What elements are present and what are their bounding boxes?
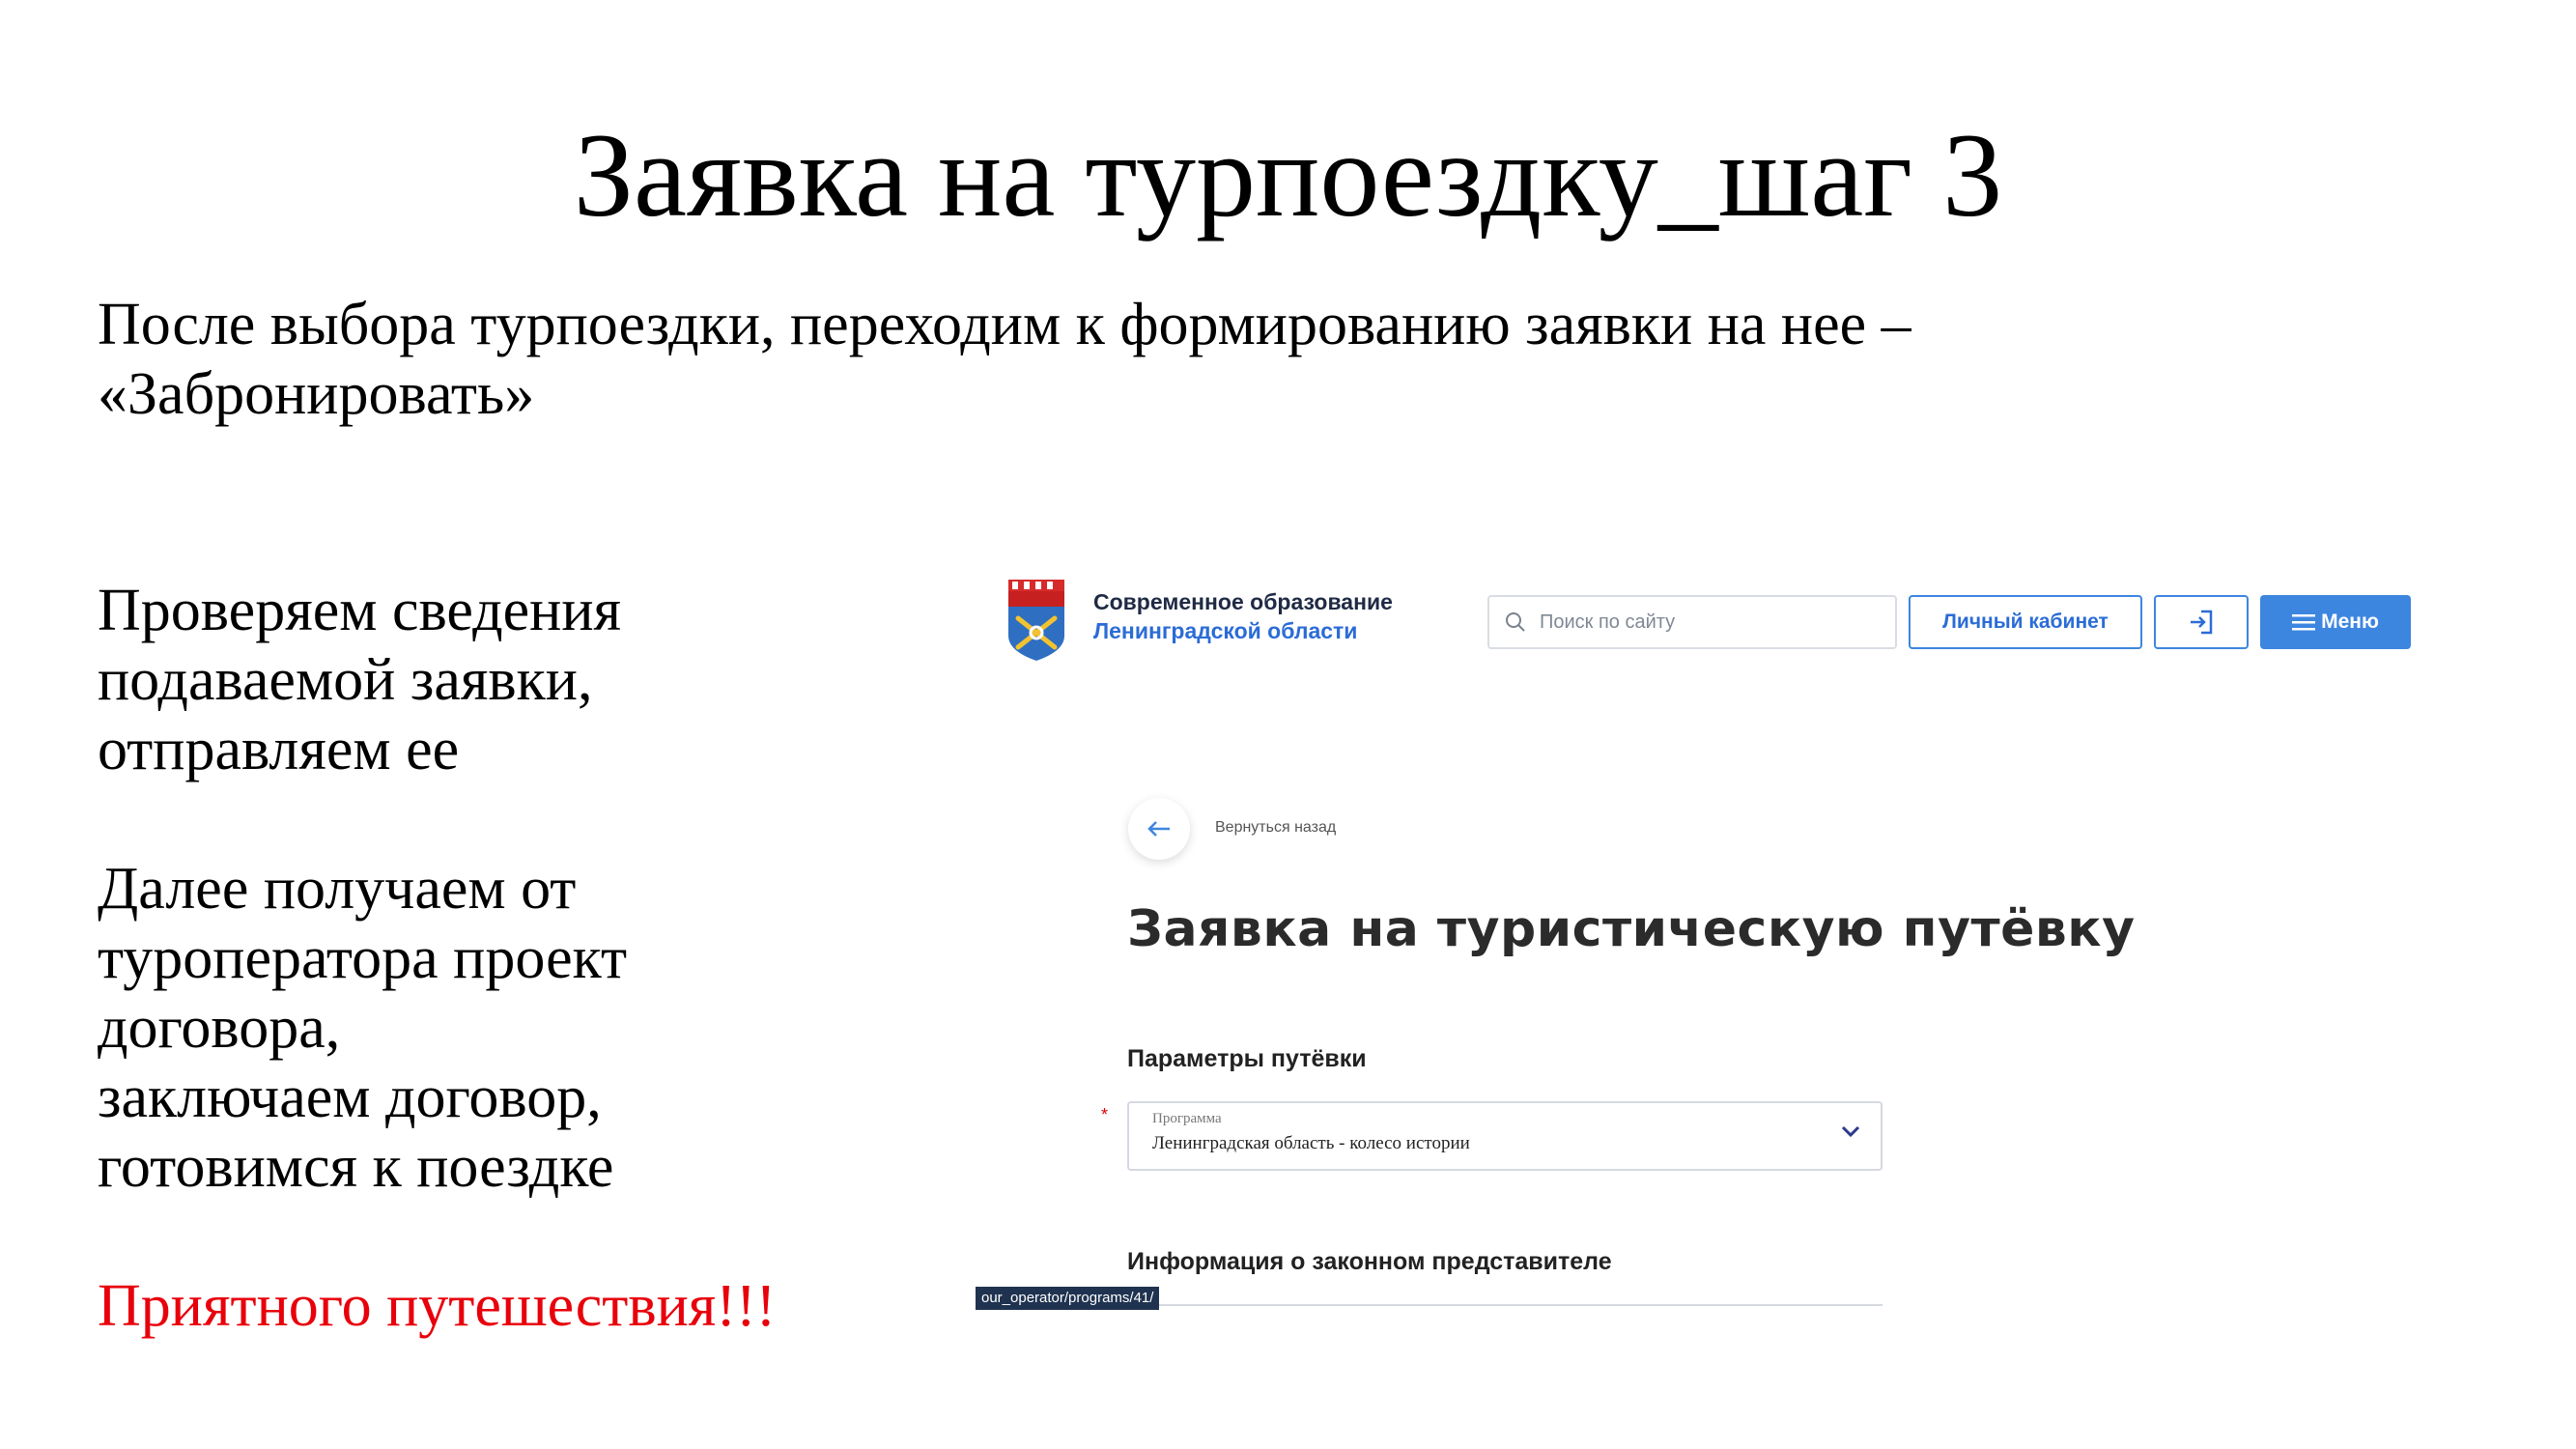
left-column-text: Проверяем сведения подаваемой заявки, от… [98, 576, 967, 1341]
brand-line-2: Ленинградской области [1093, 618, 1358, 643]
section-title-trip-params: Параметры путёвки [1127, 1045, 1367, 1072]
program-select[interactable]: Программа Ленинградская область - колесо… [1127, 1101, 1882, 1171]
para2-line: заключаем договор, [98, 1065, 602, 1130]
search-icon [1506, 612, 1525, 632]
para2-line: туроператора проект [98, 925, 628, 991]
intro-line-1: После выбора турпоездки, переходим к фор… [98, 292, 1911, 357]
back-link[interactable]: Вернуться назад [1215, 819, 1336, 837]
para1-line: Проверяем сведения [98, 578, 622, 643]
program-select-value: Ленинградская область - колесо истории [1152, 1133, 1470, 1153]
brand-name[interactable]: Современное образование Ленинградской об… [1093, 587, 1393, 645]
para2-line: договора, [98, 995, 341, 1061]
personal-account-button[interactable]: Личный кабинет [1909, 595, 2142, 649]
closing-text: Приятного путешествия!!! [98, 1273, 777, 1339]
program-select-label: Программа [1152, 1111, 1222, 1126]
brand-line-1: Современное образование [1093, 589, 1393, 614]
status-bar-url: our_operator/programs/41/ [976, 1287, 1160, 1310]
search-input[interactable]: Поиск по сайту [1487, 595, 1897, 649]
back-button[interactable] [1128, 798, 1190, 860]
intro-line-2: «Забронировать» [98, 361, 535, 427]
search-placeholder: Поиск по сайту [1540, 611, 1676, 633]
emblem-logo [1005, 580, 1068, 661]
login-button[interactable] [2154, 595, 2249, 649]
form-title: Заявка на туристическую путёвку [1127, 900, 2136, 958]
menu-label: Меню [2321, 611, 2379, 633]
menu-icon [2292, 614, 2316, 631]
slide-title: Заявка на турпоездку_шаг 3 [573, 109, 2003, 242]
para1-line: подаваемой заявки, [98, 647, 593, 713]
menu-button[interactable]: Меню [2260, 595, 2411, 649]
intro-text: После выбора турпоездки, переходим к фор… [98, 290, 2319, 429]
required-mark: * [1101, 1105, 1109, 1124]
divider [1127, 1304, 1882, 1306]
website-screenshot: Современное образование Ленинградской об… [976, 566, 2424, 1320]
login-icon [2191, 610, 2213, 635]
section-title-legal-representative: Информация о законном представителе [1127, 1248, 1612, 1275]
chevron-down-icon [1841, 1125, 1860, 1138]
para2-line: Далее получаем от [98, 856, 577, 922]
para2-line: готовимся к поездке [98, 1134, 614, 1200]
back-arrow-icon [1147, 821, 1170, 837]
para1-line: отправляем ее [98, 717, 460, 782]
